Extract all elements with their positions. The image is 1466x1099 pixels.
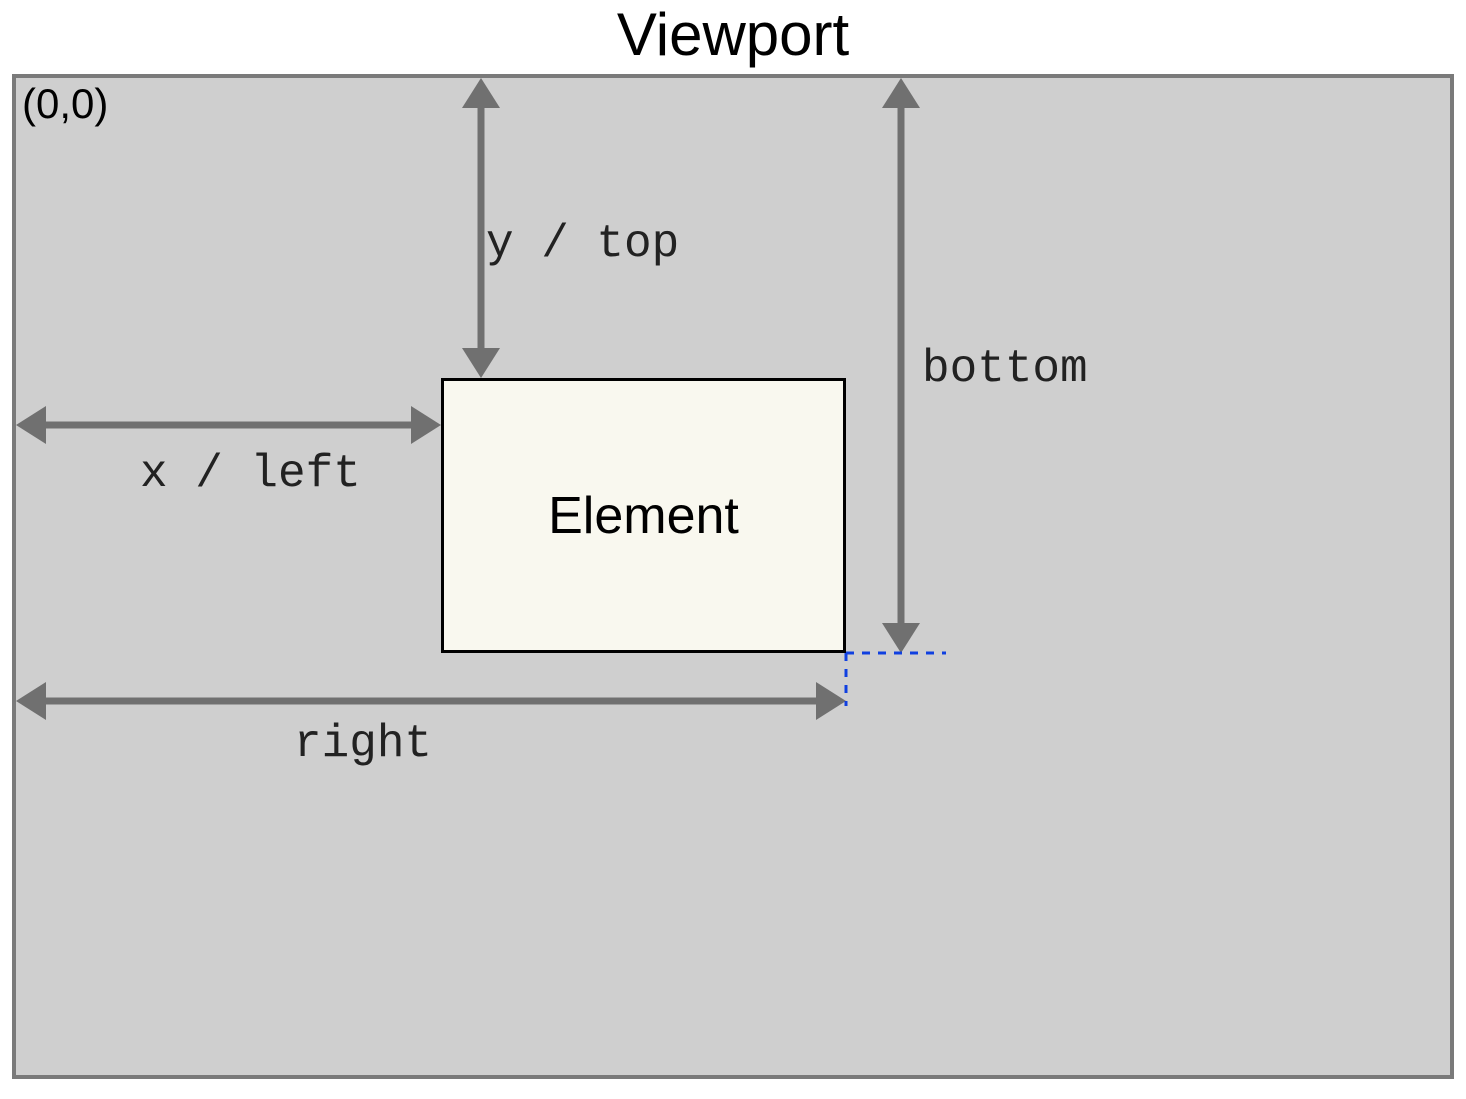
label-y-top: y / top (486, 218, 679, 270)
viewport-box: (0,0) Element y / top x / left bottom ri… (12, 74, 1454, 1079)
arrow-bottom (876, 78, 926, 653)
element-box: Element (441, 378, 846, 653)
diagram-title: Viewport (0, 0, 1466, 69)
label-x-left: x / left (140, 448, 361, 500)
element-label: Element (548, 486, 739, 546)
label-right: right (294, 718, 432, 770)
origin-label: (0,0) (22, 80, 108, 128)
arrow-x-left (16, 400, 441, 450)
dashed-guide (826, 628, 966, 708)
label-bottom: bottom (922, 343, 1088, 395)
